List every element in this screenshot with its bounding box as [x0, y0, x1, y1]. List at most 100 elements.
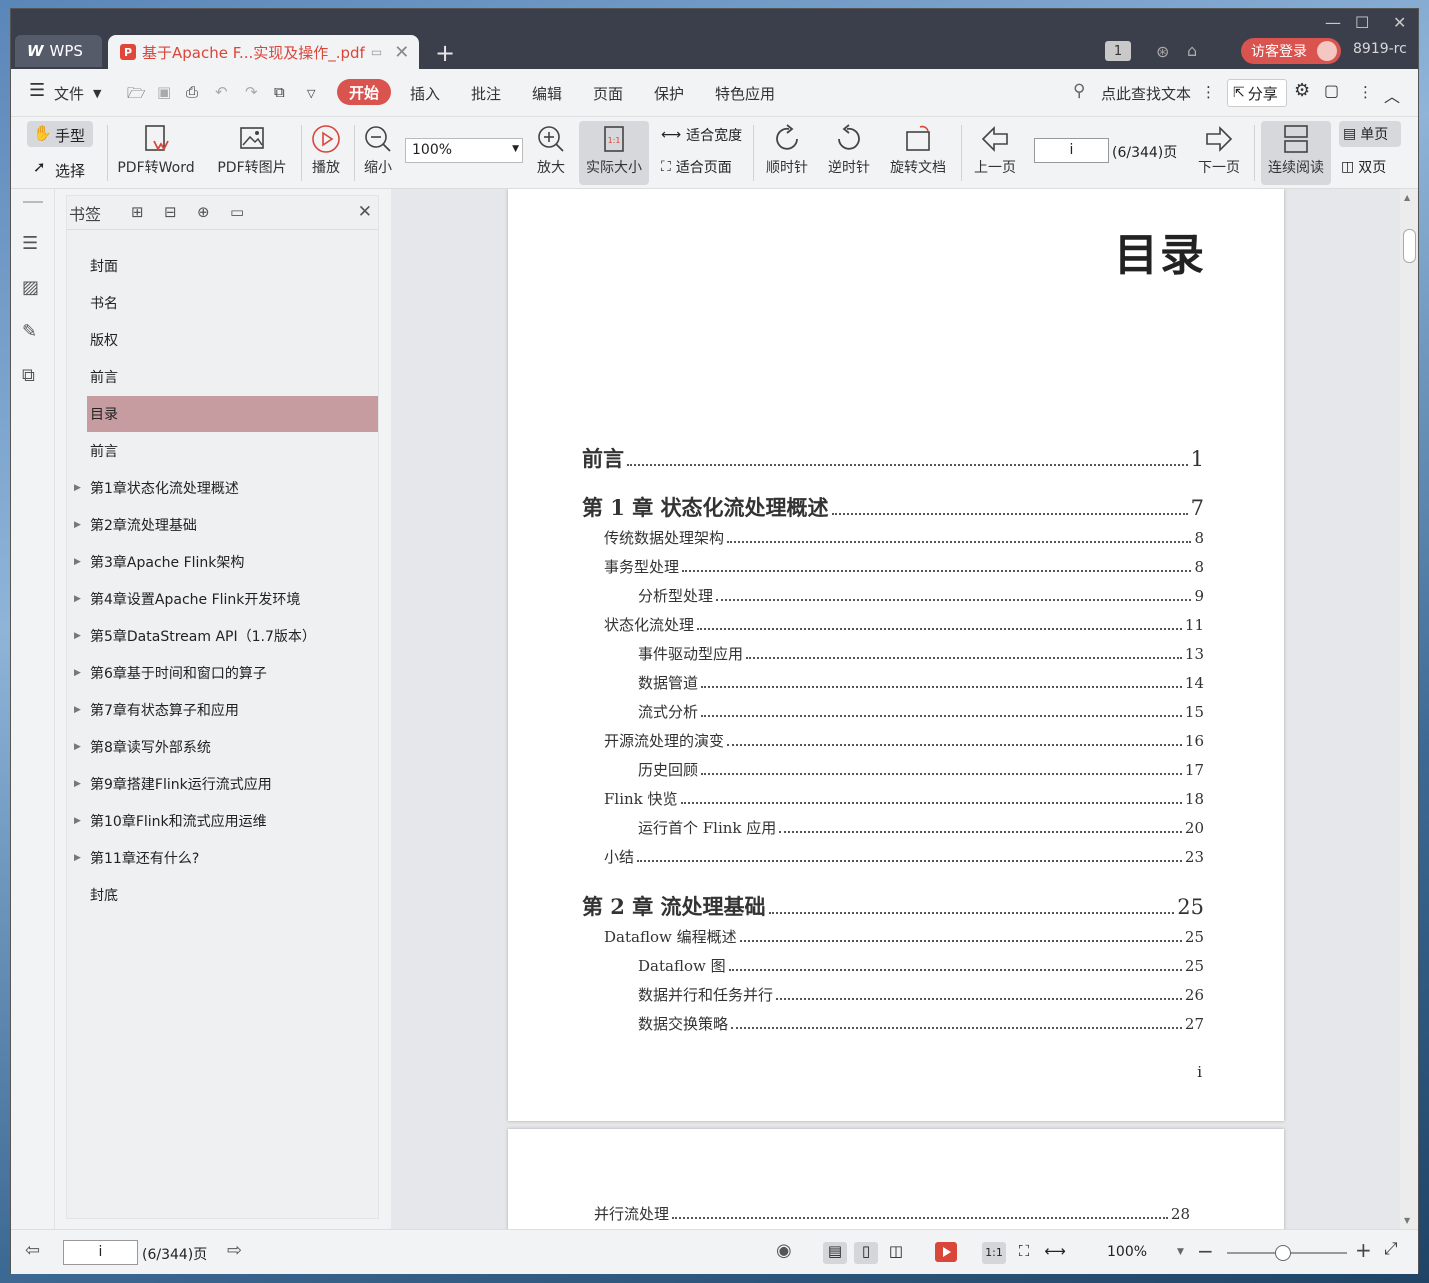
previous-page-button[interactable]: 上一页 — [969, 123, 1021, 177]
menu-file[interactable]: 文件 — [54, 83, 84, 104]
bookmark-item[interactable]: ▶ 第5章DataStream API（1.7版本） — [74, 618, 378, 654]
next-page-icon[interactable]: ⇨ — [227, 1240, 242, 1261]
zoom-slider-handle[interactable] — [1275, 1245, 1291, 1261]
actual-size-button[interactable]: 1:1 实际大小 — [579, 121, 649, 185]
toc-entry[interactable]: 运行首个 Flink 应用 20 — [638, 817, 1204, 838]
open-folder-icon[interactable]: 🗁 — [127, 83, 146, 108]
toc-entry[interactable]: 第 2 章 流处理基础 25 — [582, 891, 1204, 921]
toc-entry[interactable]: 前言 1 — [582, 443, 1204, 473]
continuous-reading-button[interactable]: 连续阅读 — [1261, 121, 1331, 185]
more-dropdown-icon[interactable]: ▽ — [307, 87, 315, 100]
zoom-out-status-icon[interactable]: − — [1197, 1239, 1214, 1263]
settings-gear-icon[interactable]: ⚙ — [1294, 80, 1310, 101]
status-zoom-level[interactable]: 100% — [1107, 1244, 1147, 1260]
expand-arrow-icon[interactable]: ▶ — [74, 483, 81, 493]
print-icon[interactable]: ⎙ — [186, 83, 198, 101]
bookmark-item[interactable]: ▶ 第2章流处理基础 — [74, 507, 378, 543]
chevron-down-icon[interactable]: ▼ — [93, 87, 101, 100]
toc-entry[interactable]: 事件驱动型应用 13 — [638, 643, 1204, 664]
tab-edit[interactable]: 编辑 — [532, 83, 562, 104]
toc-entry[interactable]: 数据并行和任务并行 26 — [638, 984, 1204, 1005]
rotate-clockwise-button[interactable]: 顺时针 — [761, 123, 813, 177]
zoom-dropdown-icon[interactable]: ▼ — [1177, 1247, 1184, 1257]
bookmark-item[interactable]: 封底 — [87, 877, 378, 913]
bookmark-item[interactable]: 前言 — [87, 433, 378, 469]
zoom-out-button[interactable]: 缩小 — [359, 123, 397, 177]
toc-entry[interactable]: 开源流处理的演变 16 — [604, 730, 1204, 751]
play-button[interactable]: 播放 — [307, 123, 345, 177]
document-view[interactable]: 目录 前言 1 第 1 章 状态化流处理概述 7 传统数据处理架构 8 事务型处理 8 分析型处… — [391, 189, 1401, 1229]
add-bookmark-icon[interactable]: ⊕ — [197, 203, 210, 221]
expand-arrow-icon[interactable]: ▶ — [74, 631, 81, 641]
message-icon[interactable]: ▢ — [1324, 81, 1339, 100]
bookmark-item[interactable]: 目录 — [87, 396, 378, 432]
bookmark-item[interactable]: ▶ 第4章设置Apache Flink开发环境 — [74, 581, 378, 617]
toc-entry[interactable]: 传统数据处理架构 8 — [604, 527, 1204, 548]
fit-width-status-icon[interactable]: ⟷ — [1043, 1242, 1067, 1264]
expand-arrow-icon[interactable]: ▶ — [74, 853, 81, 863]
more-vertical-icon[interactable]: ⋮ — [1201, 83, 1216, 101]
toc-entry[interactable]: Dataflow 图 25 — [638, 955, 1204, 976]
toc-entry[interactable]: 分析型处理 9 — [638, 585, 1204, 606]
toc-entry[interactable]: 小结 23 — [604, 846, 1204, 867]
collapse-ribbon-icon[interactable]: ︿ — [1384, 83, 1400, 107]
expand-arrow-icon[interactable]: ▶ — [74, 742, 81, 752]
scroll-down-icon[interactable]: ▼ — [1404, 1216, 1410, 1225]
close-tab-icon[interactable]: ✕ — [394, 42, 409, 63]
tab-insert[interactable]: 插入 — [410, 83, 440, 104]
vertical-scrollbar[interactable]: ▲ ▼ — [1400, 189, 1418, 1229]
close-panel-icon[interactable]: ✕ — [358, 202, 372, 222]
toc-entry[interactable]: 数据交换策略 27 — [638, 1013, 1204, 1034]
toc-entry[interactable]: Flink 快览 18 — [604, 788, 1204, 809]
save-icon[interactable]: ▣ — [157, 83, 171, 101]
undo-icon[interactable]: ↶ — [215, 83, 228, 101]
new-tab-button[interactable]: + — [435, 39, 455, 67]
export-image-icon[interactable]: ⧉ — [274, 83, 285, 101]
toc-entry[interactable]: 事务型处理 8 — [604, 556, 1204, 577]
tab-page[interactable]: 页面 — [593, 83, 623, 104]
bookmark-item[interactable]: ▶ 第11章还有什么? — [74, 840, 378, 876]
share-button[interactable]: ⇱ 分享 — [1227, 79, 1287, 107]
zoom-in-status-icon[interactable]: + — [1355, 1238, 1372, 1262]
pdf-to-word-button[interactable]: PDF转Word — [114, 123, 198, 177]
bookmark-item[interactable]: 版权 — [87, 322, 378, 358]
toc-entry[interactable]: 历史回顾 17 — [638, 759, 1204, 780]
wps-home-tab[interactable]: W WPS — [15, 35, 102, 67]
collapse-all-icon[interactable]: ⊟ — [164, 203, 177, 221]
bookmark-item[interactable]: 前言 — [87, 359, 378, 395]
bookmark-item[interactable]: ▶ 第7章有状态算子和应用 — [74, 692, 378, 728]
bookmark-item[interactable]: 书名 — [87, 285, 378, 321]
bookmark-item[interactable]: ▶ 第3章Apache Flink架构 — [74, 544, 378, 580]
expand-arrow-icon[interactable]: ▶ — [74, 779, 81, 789]
bookmark-item[interactable]: ▶ 第10章Flink和流式应用运维 — [74, 803, 378, 839]
rotate-counterclockwise-button[interactable]: 逆时针 — [823, 123, 875, 177]
expand-arrow-icon[interactable]: ▶ — [74, 816, 81, 826]
rotate-document-button[interactable]: 旋转文档 — [885, 123, 951, 177]
toc-entry[interactable]: 流式分析 15 — [638, 701, 1204, 722]
search-icon[interactable]: ⚲ — [1073, 81, 1085, 101]
status-page-input[interactable]: i — [63, 1240, 138, 1265]
fit-width-button[interactable]: ⟷ 适合宽度 — [661, 125, 742, 145]
single-page-button[interactable]: ▤ 单页 — [1339, 121, 1401, 147]
select-tool-button[interactable]: ➚ 选择 — [31, 157, 97, 183]
toc-entry[interactable]: 状态化流处理 11 — [604, 614, 1204, 635]
double-view-icon[interactable]: ◫ — [884, 1242, 908, 1264]
fit-page-status-icon[interactable]: ⛶ — [1012, 1242, 1036, 1264]
single-view-icon[interactable]: ▯ — [854, 1242, 878, 1264]
document-tab[interactable]: P 基于Apache F...实现及操作_.pdf ▭ ✕ — [108, 35, 419, 69]
previous-page-icon[interactable]: ⇦ — [25, 1240, 40, 1261]
tab-protect[interactable]: 保护 — [654, 83, 684, 104]
skin-icon[interactable]: ⌂ — [1187, 41, 1197, 60]
fit-page-button[interactable]: ⛶ 适合页面 — [661, 157, 732, 177]
maximize-icon[interactable]: ☐ — [1355, 13, 1369, 32]
expand-arrow-icon[interactable]: ▶ — [74, 520, 81, 530]
expand-arrow-icon[interactable]: ▶ — [74, 705, 81, 715]
pdf-to-image-button[interactable]: PDF转图片 — [215, 123, 289, 177]
expand-arrow-icon[interactable]: ▶ — [74, 594, 81, 604]
scroll-up-icon[interactable]: ▲ — [1404, 193, 1410, 202]
thumbnail-panel-icon[interactable]: ▨ — [22, 277, 39, 298]
window-count-badge[interactable]: 1 — [1105, 41, 1131, 61]
double-page-button[interactable]: ◫ 双页 — [1341, 157, 1386, 177]
redo-icon[interactable]: ↷ — [245, 83, 258, 101]
zoom-level-select[interactable]: 100% ▼ — [405, 138, 523, 163]
